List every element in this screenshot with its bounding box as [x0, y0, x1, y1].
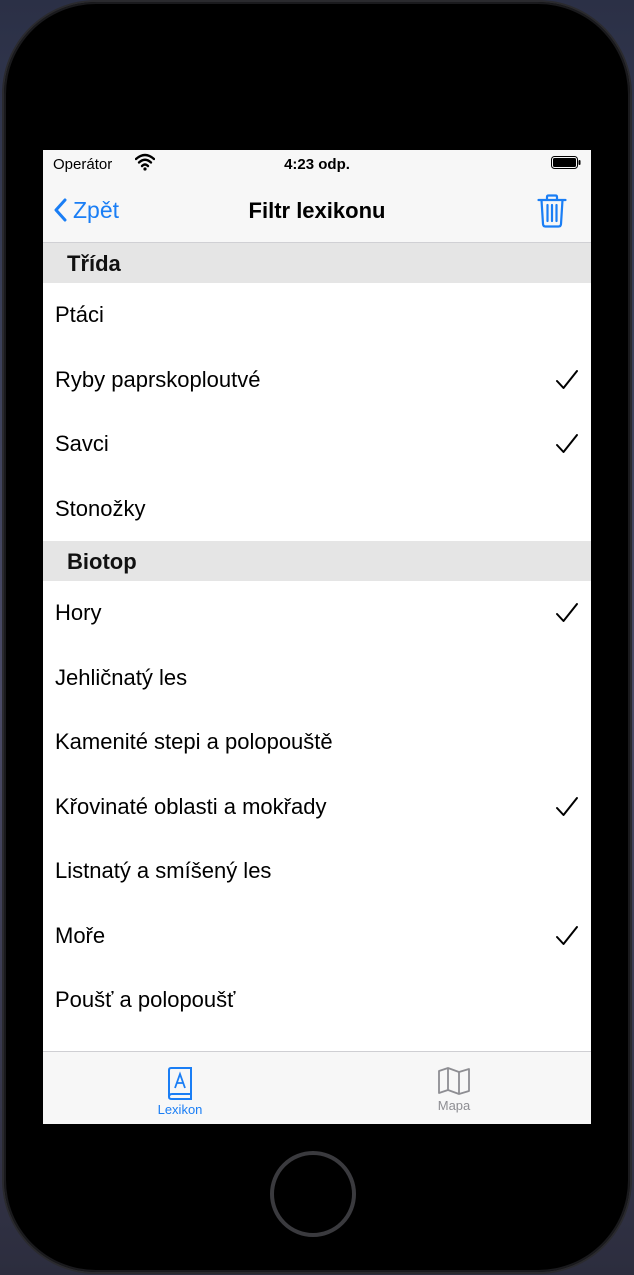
checkmark-icon — [556, 603, 578, 623]
tab-mapa-label: Mapa — [437, 1098, 471, 1113]
section-header: Biotop — [43, 541, 591, 581]
tab-lexikon[interactable]: Lexikon — [120, 1066, 240, 1117]
status-bar: Operátor 4:23 odp. — [43, 150, 591, 178]
tab-lexikon-label: Lexikon — [157, 1102, 203, 1117]
battery-icon — [551, 156, 581, 169]
list-item[interactable]: Jehličnatý les — [43, 646, 591, 711]
list-item[interactable]: Savci — [43, 412, 591, 477]
list-item-label: Křovinaté oblasti a mokřady — [55, 793, 327, 819]
tab-bar: Lexikon Mapa — [43, 1051, 591, 1124]
list-item-label: Poušť a polopoušť — [55, 987, 236, 1013]
list-item[interactable]: Ryby paprskoploutvé — [43, 348, 591, 413]
app-screen: Operátor 4:23 odp. Zpět Filtr lexikonu T… — [43, 150, 591, 1124]
checkmark-icon — [556, 434, 578, 454]
list-item[interactable]: Stonožky — [43, 477, 591, 542]
checkmark-icon — [556, 925, 578, 945]
delete-button[interactable] — [537, 194, 567, 233]
list-item[interactable]: Moře — [43, 904, 591, 969]
list-item-label: Jehličnatý les — [55, 664, 188, 690]
section-header: Třída — [43, 243, 591, 283]
list-item[interactable]: Poušť a polopoušť — [43, 968, 591, 1033]
home-button[interactable] — [270, 1151, 356, 1237]
tab-mapa[interactable]: Mapa — [394, 1066, 514, 1113]
book-icon — [168, 1067, 192, 1100]
list-item-label: Stonožky — [55, 495, 146, 521]
list-item-label: Kamenité stepi a polopouště — [55, 729, 333, 755]
list-item-label: Savci — [55, 431, 109, 457]
list-item[interactable]: Hory — [43, 581, 591, 646]
trash-icon — [537, 194, 567, 228]
filter-list: Třída Ptáci Ryby paprskoploutvé Savci Stonož… — [43, 243, 591, 1033]
list-item-label: Moře — [55, 922, 106, 948]
status-time: 4:23 odp. — [284, 156, 350, 173]
list-item[interactable]: Křovinaté oblasti a mokřady — [43, 775, 591, 840]
map-icon — [438, 1067, 470, 1095]
list-item-label: Listnatý a smíšený les — [55, 858, 272, 884]
page-title: Filtr lexikonu — [248, 198, 386, 223]
list-item[interactable]: Kamenité stepi a polopouště — [43, 710, 591, 775]
list-item[interactable]: Listnatý a smíšený les — [43, 839, 591, 904]
list-item-label: Hory — [55, 600, 102, 626]
list-item[interactable]: Ptáci — [43, 283, 591, 348]
list-item-label: Ptáci — [55, 302, 104, 328]
list-item-label: Ryby paprskoploutvé — [55, 366, 261, 392]
navigation-bar: Zpět Filtr lexikonu — [43, 178, 591, 243]
checkmark-icon — [556, 796, 578, 816]
checkmark-icon — [556, 369, 578, 389]
